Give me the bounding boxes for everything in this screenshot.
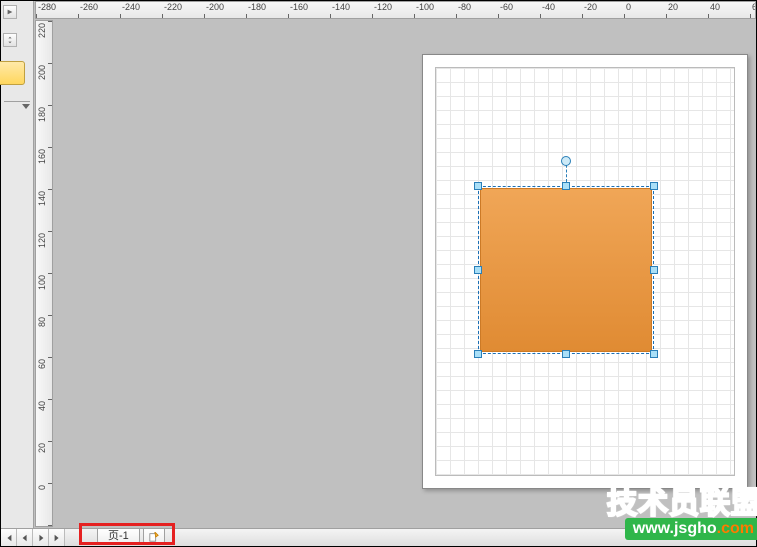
page-tab-1[interactable]: 页-1 [97, 529, 140, 545]
ruler-tick: 60 [36, 357, 53, 399]
sidebar-dropdown-icon[interactable] [4, 101, 30, 113]
ruler-tick: 60 [750, 2, 756, 19]
ruler-tick: -280 [36, 2, 78, 19]
nav-first-button[interactable] [1, 529, 17, 546]
ruler-tick: 20 [666, 2, 708, 19]
selected-shape[interactable] [478, 186, 654, 354]
drawing-canvas[interactable] [54, 20, 756, 527]
shape-palette-chip[interactable] [0, 61, 25, 85]
ruler-tick: 0 [624, 2, 666, 19]
ruler-tick: -20 [582, 2, 624, 19]
ruler-tick: -80 [456, 2, 498, 19]
ruler-tick: -240 [120, 2, 162, 19]
ruler-tick: 140 [36, 189, 53, 231]
ruler-tick: 120 [36, 231, 53, 273]
new-page-tab-button[interactable] [143, 529, 165, 545]
ruler-tick: 80 [36, 315, 53, 357]
ruler-tick: -100 [414, 2, 456, 19]
resize-handle-tm[interactable] [562, 182, 570, 190]
resize-handle-bm[interactable] [562, 350, 570, 358]
nav-last-button[interactable] [49, 529, 65, 546]
ruler-tick: -200 [204, 2, 246, 19]
ruler-tick: 160 [36, 147, 53, 189]
ruler-tick: 40 [36, 399, 53, 441]
ruler-tick: 200 [36, 63, 53, 105]
ruler-tick: -120 [372, 2, 414, 19]
rotation-handle[interactable] [561, 156, 571, 166]
horizontal-ruler[interactable]: -280 -260 -240 -220 -200 -180 -160 -140 … [35, 1, 756, 19]
new-page-icon [149, 532, 159, 542]
resize-handle-tl[interactable] [474, 182, 482, 190]
resize-handle-bl[interactable] [474, 350, 482, 358]
vertical-ruler[interactable]: 220 200 180 160 140 120 100 80 60 40 20 … [35, 20, 53, 527]
sidebar-collapse-button[interactable] [3, 5, 17, 19]
sidebar-pan-button[interactable] [3, 33, 17, 47]
rectangle-shape[interactable] [480, 188, 652, 352]
ruler-tick: -140 [330, 2, 372, 19]
ruler-tick: -160 [288, 2, 330, 19]
ruler-tick: -260 [78, 2, 120, 19]
resize-handle-mr[interactable] [650, 266, 658, 274]
ruler-tick: -220 [162, 2, 204, 19]
ruler-tick: 20 [36, 441, 53, 483]
ruler-tick: 40 [708, 2, 750, 19]
ruler-tick: -40 [540, 2, 582, 19]
app-frame: -280 -260 -240 -220 -200 -180 -160 -140 … [0, 0, 757, 547]
resize-handle-tr[interactable] [650, 182, 658, 190]
ruler-tick: 180 [36, 105, 53, 147]
nav-prev-button[interactable] [17, 529, 33, 546]
resize-handle-ml[interactable] [474, 266, 482, 274]
ruler-tick: 100 [36, 273, 53, 315]
resize-handle-br[interactable] [650, 350, 658, 358]
left-sidebar [1, 1, 34, 546]
nav-next-button[interactable] [33, 529, 49, 546]
ruler-tick: -180 [246, 2, 288, 19]
ruler-tick: 220 [36, 21, 53, 63]
bottom-tab-bar: 页-1 [1, 528, 756, 546]
ruler-tick: -20 [36, 525, 53, 527]
page-tab-label: 页-1 [108, 529, 129, 544]
ruler-tick: 0 [36, 483, 53, 525]
ruler-tick: -60 [498, 2, 540, 19]
